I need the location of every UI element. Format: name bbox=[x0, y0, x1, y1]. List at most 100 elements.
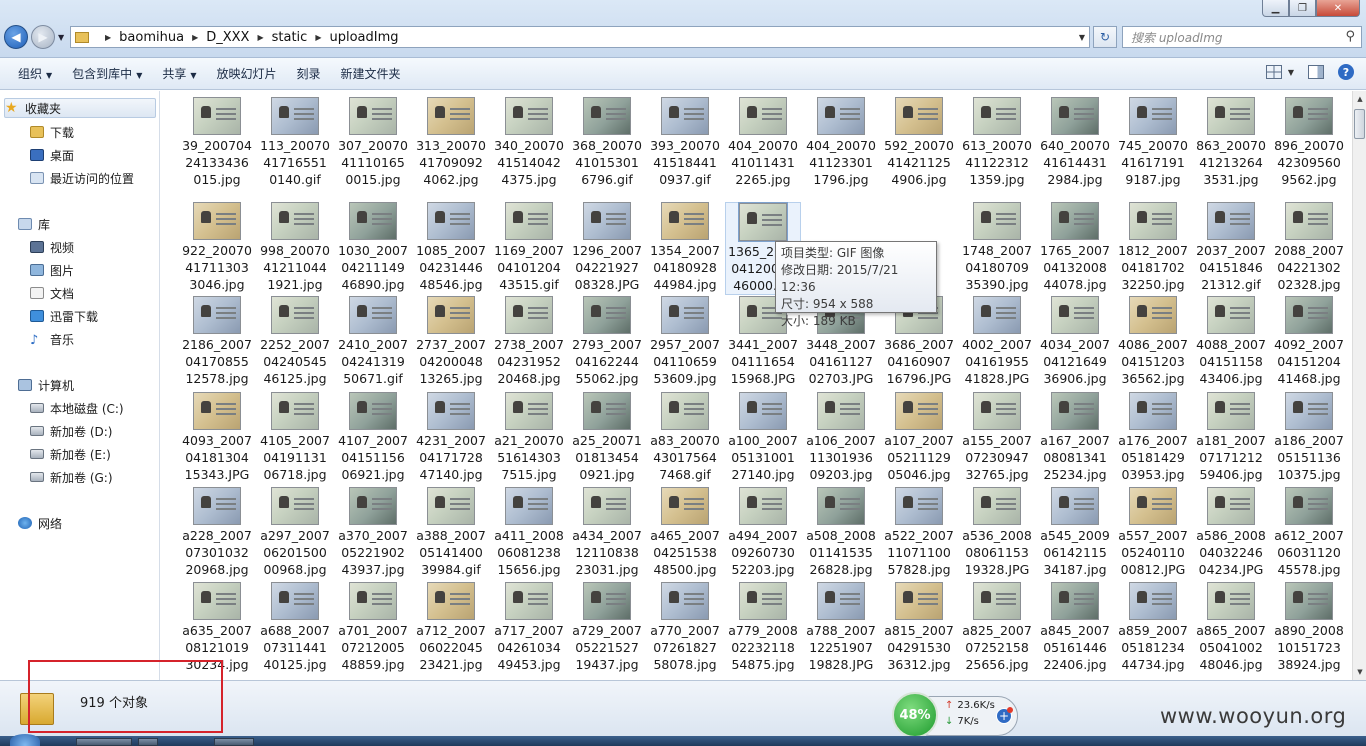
file-item[interactable]: 2737_2007 04200048 13265.jpg bbox=[413, 296, 489, 387]
file-item[interactable]: 922_20070 41711303 3046.jpg bbox=[179, 202, 255, 293]
nav-documents[interactable]: 文档 bbox=[30, 283, 74, 303]
scroll-thumb[interactable] bbox=[1354, 109, 1365, 139]
file-item[interactable]: 2252_2007 04240545 46125.jpg bbox=[257, 296, 333, 387]
file-item[interactable]: 2957_2007 04110659 53609.jpg bbox=[647, 296, 723, 387]
slideshow-button[interactable]: 放映幻灯片 bbox=[207, 65, 287, 82]
file-item[interactable]: a465_2007 04251538 48500.jpg bbox=[647, 487, 723, 578]
file-item[interactable]: a770_2007 07261827 58078.jpg bbox=[647, 582, 723, 673]
nav-network[interactable]: 网络 bbox=[18, 513, 62, 533]
file-item[interactable]: 1030_2007 04211149 46890.jpg bbox=[335, 202, 411, 293]
back-button[interactable]: ◀ bbox=[4, 25, 28, 49]
file-item[interactable]: a845_2007 05161446 22406.jpg bbox=[1037, 582, 1113, 673]
file-item[interactable]: a508_2008 01141535 26828.jpg bbox=[803, 487, 879, 578]
file-item[interactable]: 4107_2007 04151156 06921.jpg bbox=[335, 392, 411, 483]
speed-percent-indicator[interactable]: 48% bbox=[892, 692, 938, 738]
search-icon[interactable]: ⚲ bbox=[1345, 29, 1355, 44]
file-item[interactable]: 2088_2007 04221302 02328.jpg bbox=[1271, 202, 1347, 293]
file-item[interactable]: a825_2007 07252158 25656.jpg bbox=[959, 582, 1035, 673]
forward-button[interactable]: ▶ bbox=[31, 25, 55, 49]
search-input[interactable]: 搜索 uploadImg ⚲ bbox=[1122, 26, 1362, 48]
start-orb-icon[interactable] bbox=[10, 734, 40, 746]
preview-pane-icon[interactable] bbox=[1308, 65, 1324, 79]
scroll-up-icon[interactable]: ▲ bbox=[1353, 91, 1366, 107]
file-item[interactable]: 2410_2007 04241319 50671.gif bbox=[335, 296, 411, 387]
file-item[interactable]: a167_2007 08081341 25234.jpg bbox=[1037, 392, 1113, 483]
nav-recent-places[interactable]: 最近访问的位置 bbox=[30, 168, 134, 188]
file-item[interactable]: a176_2007 05181429 03953.jpg bbox=[1115, 392, 1191, 483]
close-button[interactable]: ✕ bbox=[1316, 0, 1360, 17]
file-item[interactable]: 745_20070 41617191 9187.jpg bbox=[1115, 97, 1191, 188]
file-item[interactable]: 1085_2007 04231446 48546.jpg bbox=[413, 202, 489, 293]
breadcrumb-static[interactable]: static bbox=[272, 30, 308, 45]
file-item[interactable]: 1296_2007 04221927 08328.JPG bbox=[569, 202, 645, 293]
minimize-button[interactable]: ▁ bbox=[1262, 0, 1289, 17]
address-bar[interactable]: ▶ baomihua ▶ D_XXX ▶ static ▶ uploadImg … bbox=[70, 26, 1090, 48]
file-item[interactable]: 368_20070 41015301 6796.gif bbox=[569, 97, 645, 188]
share-menu[interactable]: 共享 ▼ bbox=[152, 65, 206, 82]
file-item[interactable]: 307_20070 41110165 0015.jpg bbox=[335, 97, 411, 188]
breadcrumb-baomihua[interactable]: baomihua bbox=[119, 30, 184, 45]
file-item[interactable]: a181_2007 07171212 59406.jpg bbox=[1193, 392, 1269, 483]
nav-pictures[interactable]: 图片 bbox=[30, 260, 74, 280]
file-item[interactable]: 113_20070 41716551 0140.gif bbox=[257, 97, 333, 188]
file-item[interactable]: 592_20070 41421125 4906.jpg bbox=[881, 97, 957, 188]
file-item[interactable]: 613_20070 41122312 1359.jpg bbox=[959, 97, 1035, 188]
file-item[interactable]: 340_20070 41514042 4375.jpg bbox=[491, 97, 567, 188]
file-item[interactable]: a788_2007 12251907 19828.JPG bbox=[803, 582, 879, 673]
file-item[interactable]: 4105_2007 04191131 06718.jpg bbox=[257, 392, 333, 483]
file-item[interactable]: a388_2007 05141400 39984.gif bbox=[413, 487, 489, 578]
file-item[interactable]: a536_2008 08061153 19328.JPG bbox=[959, 487, 1035, 578]
file-item[interactable]: 896_20070 42309560 9562.jpg bbox=[1271, 97, 1347, 188]
file-item[interactable]: 4231_2007 04171728 47140.jpg bbox=[413, 392, 489, 483]
refresh-button[interactable]: ↻ bbox=[1093, 26, 1117, 48]
file-item[interactable]: 2037_2007 04151846 21312.gif bbox=[1193, 202, 1269, 293]
file-item[interactable]: 2738_2007 04231952 20468.jpg bbox=[491, 296, 567, 387]
file-item[interactable]: a717_2007 04261034 49453.jpg bbox=[491, 582, 567, 673]
taskbar-button[interactable] bbox=[76, 738, 132, 746]
file-item[interactable]: 4034_2007 04121649 36906.jpg bbox=[1037, 296, 1113, 387]
file-item[interactable]: a25_20071 01813454 0921.jpg bbox=[569, 392, 645, 483]
file-item[interactable]: 4092_2007 04151204 41468.jpg bbox=[1271, 296, 1347, 387]
nav-disk-e[interactable]: 新加卷 (E:) bbox=[30, 444, 111, 464]
file-item[interactable]: a186_2007 05151136 10375.jpg bbox=[1271, 392, 1347, 483]
file-item[interactable]: a155_2007 07230947 32765.jpg bbox=[959, 392, 1035, 483]
include-in-library-menu[interactable]: 包含到库中 ▼ bbox=[62, 65, 152, 82]
file-item[interactable]: 863_20070 41213264 3531.jpg bbox=[1193, 97, 1269, 188]
chevron-right-icon[interactable]: ▶ bbox=[257, 33, 263, 42]
maximize-button[interactable]: ❐ bbox=[1289, 0, 1316, 17]
file-item[interactable]: a815_2007 04291530 36312.jpg bbox=[881, 582, 957, 673]
file-item[interactable]: a411_2008 06081238 15656.jpg bbox=[491, 487, 567, 578]
file-item[interactable]: a545_2009 06142115 34187.jpg bbox=[1037, 487, 1113, 578]
file-item[interactable]: 1748_2007 04180709 35390.jpg bbox=[959, 202, 1035, 293]
breadcrumb-d-xxx[interactable]: D_XXX bbox=[206, 30, 249, 45]
nav-music[interactable]: ♪ 音乐 bbox=[30, 329, 74, 349]
nav-thunder-downloads[interactable]: 迅雷下载 bbox=[30, 306, 98, 326]
file-item[interactable]: a890_2008 10151723 38924.jpg bbox=[1271, 582, 1347, 673]
file-item[interactable]: 4093_2007 04181304 15343.JPG bbox=[179, 392, 255, 483]
file-item[interactable]: a612_2007 06031120 45578.jpg bbox=[1271, 487, 1347, 578]
file-item[interactable]: 393_20070 41518441 0937.gif bbox=[647, 97, 723, 188]
nav-favorites[interactable]: ★ 收藏夹 bbox=[4, 98, 156, 118]
nav-computer[interactable]: 计算机 bbox=[18, 375, 74, 395]
help-icon[interactable]: ? bbox=[1338, 64, 1354, 80]
file-item[interactable]: a859_2007 05181234 44734.jpg bbox=[1115, 582, 1191, 673]
file-item[interactable]: a865_2007 05041002 48046.jpg bbox=[1193, 582, 1269, 673]
chevron-down-icon[interactable]: ▼ bbox=[1288, 68, 1294, 77]
file-item[interactable]: 404_20070 41011431 2265.jpg bbox=[725, 97, 801, 188]
file-item[interactable]: a434_2007 12110838 23031.jpg bbox=[569, 487, 645, 578]
breadcrumb-uploadimg[interactable]: uploadImg bbox=[329, 30, 398, 45]
chevron-right-icon[interactable]: ▶ bbox=[105, 33, 111, 42]
nav-downloads[interactable]: 下载 bbox=[30, 122, 74, 142]
file-item[interactable]: a21_20070 51614303 7515.jpg bbox=[491, 392, 567, 483]
chevron-right-icon[interactable]: ▶ bbox=[315, 33, 321, 42]
file-item[interactable]: a712_2007 06022045 23421.jpg bbox=[413, 582, 489, 673]
nav-desktop[interactable]: 桌面 bbox=[30, 145, 74, 165]
file-item[interactable]: a228_2007 07301032 20968.jpg bbox=[179, 487, 255, 578]
nav-library[interactable]: 库 bbox=[18, 214, 50, 234]
file-item[interactable]: 2793_2007 04162244 55062.jpg bbox=[569, 296, 645, 387]
file-item[interactable]: 4086_2007 04151203 36562.jpg bbox=[1115, 296, 1191, 387]
scroll-down-icon[interactable]: ▼ bbox=[1353, 664, 1366, 680]
file-item[interactable]: 313_20070 41709092 4062.jpg bbox=[413, 97, 489, 188]
vertical-scrollbar[interactable]: ▲ ▼ bbox=[1352, 91, 1366, 680]
file-item[interactable]: 1354_2007 04180928 44984.jpg bbox=[647, 202, 723, 293]
